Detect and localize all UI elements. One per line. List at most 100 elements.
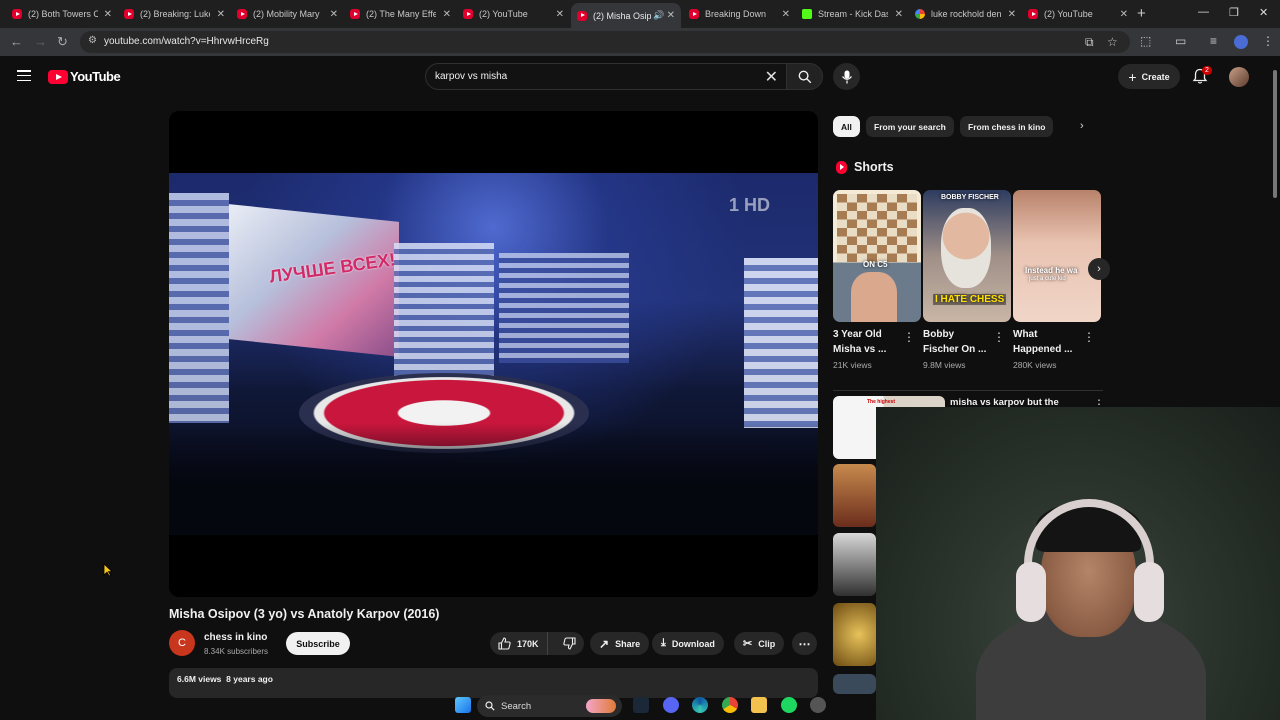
extensions-icon[interactable]: ⬚ [1140,34,1151,48]
like-dislike-group: 170K [490,632,584,655]
tab-title: (2) YouTube [479,9,528,19]
more-vertical-icon[interactable]: ⋮ [1083,330,1095,344]
tab-title: (2) Both Towers C [28,9,98,19]
close-tab-icon[interactable]: ✕ [782,9,790,20]
browser-profile-avatar[interactable] [1234,35,1248,49]
short-thumbnail[interactable]: Instead he wa just a cute kid [1013,190,1101,322]
restore-window-icon[interactable]: ❐ [1229,6,1239,19]
settings-gear-icon[interactable] [810,697,826,713]
close-tab-icon[interactable]: ✕ [667,10,675,21]
browser-tab[interactable]: (2) Mobility Mary ✕ [231,4,344,24]
shorts-next-button[interactable]: › [1088,258,1110,280]
youtube-play-icon [48,69,68,84]
youtube-favicon-icon [124,9,134,19]
scrollbar-thumb[interactable] [1273,70,1277,198]
video-player[interactable]: ЛУЧШЕ ВСЕХ! 1 HD [169,111,818,597]
short-title-line: 3 Year Old [833,329,882,340]
short-title: What Happened ... [1013,328,1083,357]
like-button[interactable]: 170K [490,632,549,655]
recommended-thumbnail[interactable] [833,464,876,527]
reading-list-icon[interactable]: ≡ [1210,34,1217,48]
more-vertical-icon[interactable]: ⋮ [993,330,1005,344]
close-tab-icon[interactable]: ✕ [556,9,564,20]
tab-title: (2) Breaking: Luke [140,9,210,19]
back-icon[interactable]: ← [10,34,23,49]
address-bar[interactable]: ⚙ youtube.com/watch?v=HhrvwHrceRg ⧉ ☆ [80,31,1130,53]
bookmark-star-icon[interactable]: ☆ [1107,35,1118,49]
clip-button[interactable]: ✂ Clip [734,632,785,655]
thumbnail-caption-top: BOBBY FISCHER [941,194,999,201]
filter-chip-from-search[interactable]: From your search [866,116,954,137]
browser-tab[interactable]: Breaking Down ✕ [683,4,796,24]
browser-tab[interactable]: (2) YouTube ✕ [1022,4,1134,24]
close-tab-icon[interactable]: ✕ [895,9,903,20]
more-actions-button[interactable]: ⋯ [792,632,817,655]
browser-tab[interactable]: (2) YouTube ✕ [457,4,570,24]
close-tab-icon[interactable]: ✕ [443,9,451,20]
chrome-menu-icon[interactable]: ⋮ [1262,34,1274,48]
browser-tab[interactable]: (2) Both Towers C ✕ [6,4,118,24]
create-button[interactable]: + Create [1118,64,1180,89]
file-explorer-icon[interactable] [751,697,767,713]
close-tab-icon[interactable]: ✕ [330,9,338,20]
filter-chip-from-channel[interactable]: From chess in kino [960,116,1054,137]
new-tab-icon[interactable]: + [1137,5,1146,22]
search-input[interactable]: karpov vs misha ✕ [425,63,787,90]
taskbar-search[interactable]: Search [477,695,622,717]
windows-start-icon[interactable] [455,697,471,713]
clear-search-icon[interactable]: ✕ [765,67,778,87]
speaker-icon[interactable]: 🔊 [653,10,664,21]
chrome-icon[interactable] [722,697,738,713]
install-app-icon[interactable]: ⧉ [1085,35,1094,50]
create-label: Create [1141,71,1170,82]
more-vertical-icon[interactable]: ⋮ [903,330,915,344]
download-button[interactable]: ⤓ Download [652,632,724,655]
subscribe-button[interactable]: Subscribe [286,632,350,655]
channel-name[interactable]: chess in kino [204,632,267,643]
short-info[interactable]: What Happened ... 280K views ⋮ [1013,328,1101,370]
close-tab-icon[interactable]: ✕ [104,9,112,20]
search-query-text: karpov vs misha [435,71,508,82]
spotify-icon[interactable] [781,697,797,713]
short-info[interactable]: Bobby Fischer On ... 9.8M views ⋮ [923,328,1011,370]
short-thumbnail[interactable]: BOBBY FISCHER I HATE CHESS [923,190,1011,322]
browser-tab[interactable]: (2) Breaking: Luke ✕ [118,4,231,24]
channel-avatar[interactable]: C [169,630,195,656]
browser-tab[interactable]: Stream - Kick Das ✕ [796,4,909,24]
search-icon [798,70,812,84]
url-text: youtube.com/watch?v=HhrvwHrceRg [104,36,269,47]
chevron-right-icon[interactable]: › [1080,120,1084,132]
browser-tab[interactable]: (2) The Many Effe ✕ [344,4,457,24]
thumbnail-caption: Instead he wa [1025,266,1078,275]
short-info[interactable]: 3 Year Old Misha vs ... 21K views ⋮ [833,328,921,370]
discord-icon[interactable] [663,697,679,713]
dislike-button[interactable] [554,637,584,650]
voice-search-button[interactable] [833,63,860,90]
forward-icon[interactable]: → [34,34,47,49]
side-panel-icon[interactable]: ▭ [1175,34,1186,48]
youtube-logo[interactable]: YouTube [48,69,121,84]
edge-icon[interactable] [692,697,708,713]
short-thumbnail[interactable]: ON C5 [833,190,921,322]
site-info-icon[interactable]: ⚙ [88,35,97,46]
filter-chip-all[interactable]: All [833,116,860,137]
browser-tab-active[interactable]: (2) Misha Osip 🔊 ✕ [571,3,681,28]
recommended-thumbnail[interactable] [833,533,876,596]
close-tab-icon[interactable]: ✕ [1120,9,1128,20]
close-window-icon[interactable]: ✕ [1259,6,1268,19]
reload-icon[interactable]: ↻ [57,34,68,50]
page-scrollbar[interactable] [1272,60,1278,200]
guide-menu-icon[interactable] [17,70,31,85]
minimize-window-icon[interactable]: — [1198,6,1209,18]
close-tab-icon[interactable]: ✕ [217,9,225,20]
search-button[interactable] [786,63,823,90]
close-tab-icon[interactable]: ✕ [1008,9,1016,20]
browser-tab[interactable]: luke rockhold den ✕ [909,4,1022,24]
steam-icon[interactable] [633,697,649,713]
short-views: 280K views [1013,360,1057,370]
windows-taskbar: Search [440,690,840,720]
share-button[interactable]: ↗ Share [590,632,650,655]
recommended-thumbnail[interactable] [833,603,876,666]
stage-wall [169,193,229,423]
account-avatar[interactable] [1229,67,1249,87]
